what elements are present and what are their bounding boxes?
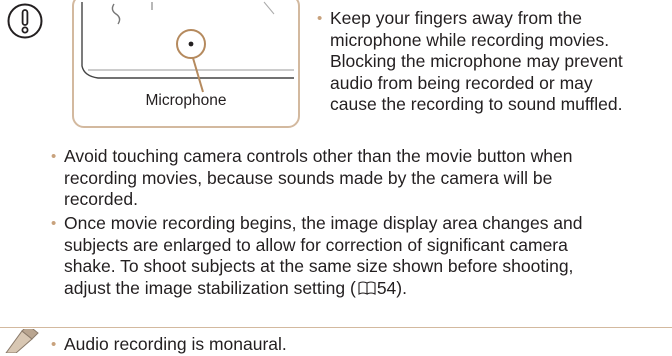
text-line: Once movie recording begins, the image d… bbox=[64, 213, 583, 233]
text-segment: ). bbox=[396, 277, 407, 298]
text-line: cause the recording to sound muffled. bbox=[330, 94, 623, 114]
text-line: shake. To shoot subjects at the same siz… bbox=[64, 256, 574, 276]
caution-bullet: • Keep your fingers away from the microp… bbox=[317, 8, 623, 116]
pencil-icon bbox=[5, 329, 39, 353]
text-line-with-ref: adjust the image stabilization setting (… bbox=[64, 278, 583, 300]
bullet-dot: • bbox=[317, 10, 323, 27]
note-bullet: • Audio recording is monaural. bbox=[51, 334, 287, 356]
bullet-item: • Once movie recording begins, the image… bbox=[51, 213, 583, 300]
text-segment: adjust the image stabilization setting ( bbox=[64, 277, 356, 298]
note-text: Audio recording is monaural. bbox=[64, 334, 287, 354]
bullet-item: • Avoid touching camera controls other t… bbox=[51, 146, 573, 211]
text-line: recorded. bbox=[64, 189, 138, 209]
bullet-dot: • bbox=[51, 215, 57, 232]
caution-icon bbox=[7, 3, 43, 39]
book-icon[interactable] bbox=[358, 280, 376, 295]
text-line: recording movies, because sounds made by… bbox=[64, 167, 553, 188]
page-reference-link[interactable]: 54 bbox=[377, 278, 396, 298]
text-line: audio from being recorded or may bbox=[330, 72, 593, 93]
bullet-dot: • bbox=[51, 336, 57, 353]
microphone-figure: Microphone bbox=[72, 0, 300, 128]
text-line: Avoid touching camera controls other tha… bbox=[64, 146, 573, 166]
figure-caption: Microphone bbox=[145, 92, 227, 109]
bullet-dot: • bbox=[51, 148, 57, 165]
text-line: Keep your fingers away from the bbox=[330, 8, 582, 28]
section-divider bbox=[0, 327, 672, 328]
text-line: Blocking the microphone may prevent bbox=[330, 51, 623, 71]
text-line: microphone while recording movies. bbox=[330, 29, 610, 50]
text-line: subjects are enlarged to allow for corre… bbox=[64, 234, 568, 255]
